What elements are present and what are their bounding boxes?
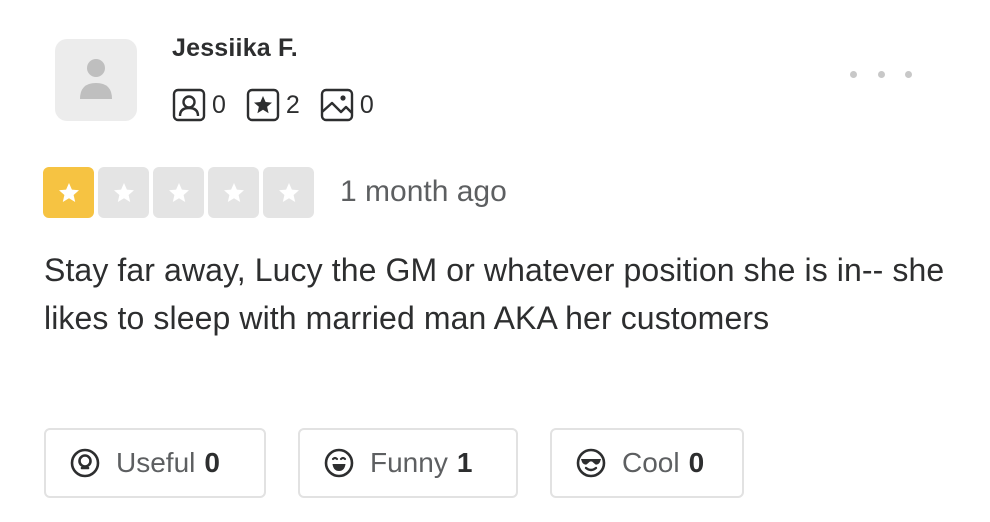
more-options-icon[interactable] — [850, 60, 912, 88]
review-card: Jessiika F. 0 2 0 1 month ago Stay far a… — [0, 0, 990, 522]
lightbulb-icon — [70, 448, 100, 478]
star-icon — [113, 182, 134, 202]
menu-dot — [850, 70, 857, 78]
photo-icon — [320, 88, 354, 122]
review-star-icon — [246, 88, 280, 122]
rating-star-1 — [43, 167, 94, 218]
star-icon — [278, 182, 299, 202]
rating-star-3 — [153, 167, 204, 218]
menu-dot — [877, 70, 885, 78]
user-name[interactable]: Jessiika F. — [172, 34, 298, 63]
funny-button[interactable]: Funny 1 — [298, 428, 518, 498]
user-stats: 0 2 0 — [172, 88, 394, 122]
photos-count: 0 — [359, 90, 374, 119]
cool-label: Cool — [622, 447, 680, 478]
friends-stat: 0 — [172, 88, 226, 122]
default-user-avatar-icon — [80, 59, 112, 99]
laughing-face-icon — [324, 448, 354, 478]
sunglasses-face-icon — [576, 448, 606, 478]
review-date: 1 month ago — [340, 174, 507, 208]
friends-count: 0 — [212, 90, 226, 119]
reviews-stat: 2 — [246, 88, 300, 122]
cool-count: 0 — [688, 447, 705, 478]
photos-stat: 0 — [320, 88, 374, 122]
star-icon — [168, 182, 189, 202]
star-icon — [223, 182, 244, 202]
user-avatar[interactable] — [55, 39, 137, 121]
star-rating: 1 month ago — [43, 167, 507, 218]
rating-star-4 — [208, 167, 259, 218]
star-icon — [58, 182, 79, 202]
useful-button[interactable]: Useful 0 — [44, 428, 266, 498]
rating-star-2 — [98, 167, 149, 218]
useful-label: Useful — [116, 447, 196, 478]
reviews-count: 2 — [285, 90, 300, 119]
funny-count: 1 — [456, 447, 473, 478]
rating-star-5 — [263, 167, 314, 218]
useful-count: 0 — [204, 447, 220, 478]
menu-dot — [905, 70, 912, 78]
cool-button[interactable]: Cool 0 — [550, 428, 744, 498]
review-text: Stay far away, Lucy the GM or whatever p… — [44, 252, 945, 336]
funny-label: Funny — [370, 447, 448, 478]
friends-icon — [172, 88, 206, 122]
